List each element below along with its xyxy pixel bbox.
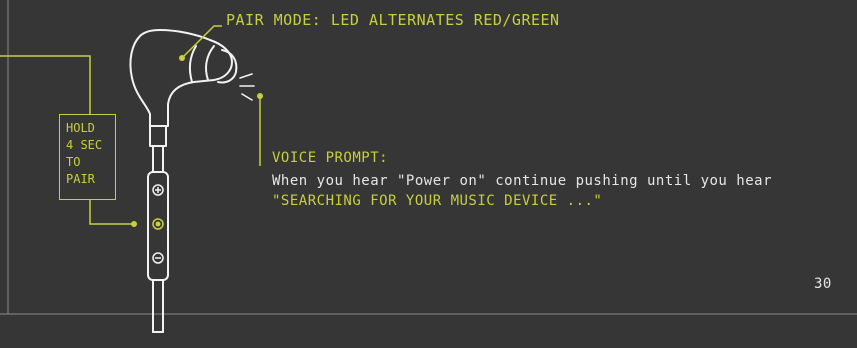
- plus-button-icon: [152, 184, 164, 196]
- hold-line-4: PAIR: [66, 172, 95, 186]
- voice-prompt-text: When you hear "Power on" continue pushin…: [272, 173, 773, 189]
- earbud-icon: [129, 29, 238, 333]
- sound-waves-icon: [239, 73, 255, 101]
- hold-instruction-box: HOLD 4 SEC TO PAIR: [59, 114, 116, 200]
- hold-leader-line: [0, 55, 91, 114]
- hold-line-1: HOLD: [66, 121, 95, 135]
- minus-button-icon: [152, 252, 164, 264]
- hold-line-3: TO: [66, 155, 81, 169]
- button-leader-line: [89, 200, 134, 225]
- pair-mode-title: PAIR MODE: LED ALTERNATES RED/GREEN: [226, 11, 560, 29]
- page-number: 30: [814, 276, 832, 292]
- hold-line-2: 4 SEC: [66, 138, 103, 152]
- center-button-icon: [152, 218, 164, 230]
- voice-prompt-quote: "SEARCHING FOR YOUR MUSIC DEVICE ...": [272, 193, 603, 209]
- voice-prompt-label: VOICE PROMPT:: [272, 150, 389, 166]
- instruction-page: PAIR MODE: LED ALTERNATES RED/GREEN HOLD…: [0, 0, 857, 348]
- button-leader-dot: [131, 221, 137, 227]
